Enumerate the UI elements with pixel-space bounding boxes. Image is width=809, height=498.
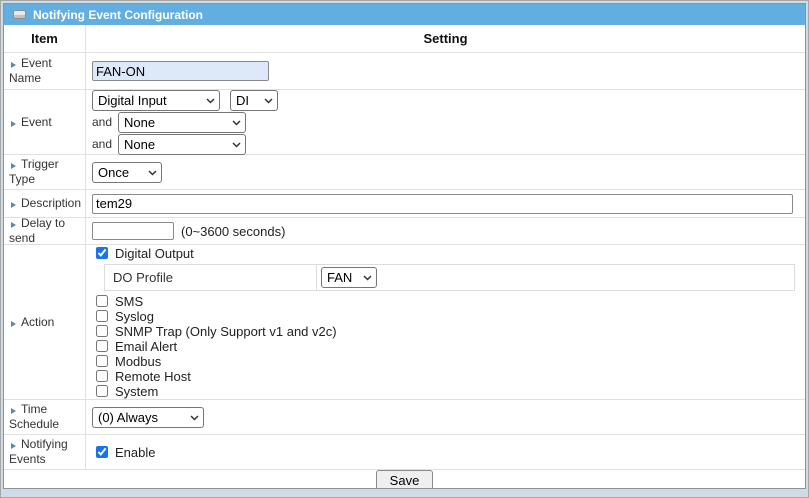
row-event-name: Event Name bbox=[4, 53, 805, 90]
event-subtype-select-wrap: DI bbox=[230, 90, 278, 111]
row-event: Event Digital Input DI bbox=[4, 90, 805, 155]
delay-hint: (0~3600 seconds) bbox=[181, 224, 285, 239]
digital-output-label: Digital Output bbox=[115, 247, 194, 260]
row-time-schedule: Time Schedule (0) Always bbox=[4, 400, 805, 435]
row-description: Description bbox=[4, 190, 805, 218]
digital-output-checkbox-row[interactable]: Digital Output bbox=[96, 246, 801, 261]
bullet-icon bbox=[11, 163, 16, 169]
enable-checkbox-row[interactable]: Enable bbox=[96, 445, 155, 460]
sms-checkbox[interactable] bbox=[96, 295, 108, 307]
event-subtype-select[interactable]: DI bbox=[230, 90, 278, 111]
row-notifying-events: Notifying Events Enable bbox=[4, 435, 805, 470]
syslog-checkbox[interactable] bbox=[96, 310, 108, 322]
trigger-type-select[interactable]: Once bbox=[92, 162, 162, 183]
notifying-event-configuration-panel: Notifying Event Configuration Item Setti… bbox=[3, 3, 806, 489]
modbus-checkbox-row[interactable]: Modbus bbox=[96, 354, 801, 369]
email-alert-checkbox[interactable] bbox=[96, 340, 108, 352]
row-label-time-schedule: Time Schedule bbox=[4, 400, 86, 434]
email-alert-checkbox-row[interactable]: Email Alert bbox=[96, 339, 801, 354]
time-schedule-select[interactable]: (0) Always bbox=[92, 407, 204, 428]
delay-input[interactable] bbox=[92, 222, 174, 240]
remote-host-label: Remote Host bbox=[115, 370, 191, 383]
row-label-event-name: Event Name bbox=[4, 53, 86, 89]
row-label-trigger-type: Trigger Type bbox=[4, 155, 86, 189]
column-header-setting: Setting bbox=[86, 25, 805, 52]
row-action: Action Digital Output DO Profile FAN bbox=[4, 245, 805, 400]
remote-host-checkbox[interactable] bbox=[96, 370, 108, 382]
bullet-icon bbox=[11, 408, 16, 414]
syslog-checkbox-row[interactable]: Syslog bbox=[96, 309, 801, 324]
row-label-action: Action bbox=[4, 245, 86, 399]
bullet-icon bbox=[11, 321, 16, 327]
system-checkbox-row[interactable]: System bbox=[96, 384, 801, 399]
sms-checkbox-row[interactable]: SMS bbox=[96, 294, 801, 309]
bullet-icon bbox=[11, 443, 16, 449]
row-trigger-type: Trigger Type Once bbox=[4, 155, 805, 190]
event-name-input[interactable] bbox=[92, 61, 269, 81]
and-label: and bbox=[92, 115, 114, 129]
syslog-label: Syslog bbox=[115, 310, 154, 323]
footer: Save bbox=[4, 470, 805, 489]
trigger-type-select-wrap: Once bbox=[92, 162, 162, 183]
row-label-delay-to-send: Delay to send bbox=[4, 218, 86, 244]
snmp-trap-label: SNMP Trap (Only Support v1 and v2c) bbox=[115, 325, 337, 338]
page-background: Notifying Event Configuration Item Setti… bbox=[0, 0, 809, 498]
enable-label: Enable bbox=[115, 446, 155, 459]
time-schedule-select-wrap: (0) Always bbox=[92, 407, 204, 428]
event-and2-select[interactable]: None bbox=[118, 134, 246, 155]
system-checkbox[interactable] bbox=[96, 385, 108, 397]
email-alert-label: Email Alert bbox=[115, 340, 177, 353]
event-and2-select-wrap: None bbox=[118, 134, 246, 155]
titlebar: Notifying Event Configuration bbox=[4, 4, 805, 25]
and-label: and bbox=[92, 137, 114, 151]
remote-host-checkbox-row[interactable]: Remote Host bbox=[96, 369, 801, 384]
enable-checkbox[interactable] bbox=[96, 446, 108, 458]
description-input[interactable] bbox=[92, 194, 793, 214]
row-label-event: Event bbox=[4, 90, 86, 154]
event-and1-select-wrap: None bbox=[118, 112, 246, 133]
modbus-checkbox[interactable] bbox=[96, 355, 108, 367]
row-delay-to-send: Delay to send (0~3600 seconds) bbox=[4, 218, 805, 245]
event-type-select[interactable]: Digital Input bbox=[92, 90, 220, 111]
window-icon bbox=[13, 10, 26, 19]
do-profile-select[interactable]: FAN bbox=[321, 267, 377, 288]
bullet-icon bbox=[11, 62, 16, 68]
bullet-icon bbox=[11, 222, 16, 228]
snmp-trap-checkbox[interactable] bbox=[96, 325, 108, 337]
save-button[interactable]: Save bbox=[376, 470, 434, 489]
system-label: System bbox=[115, 385, 158, 398]
do-profile-label: DO Profile bbox=[105, 265, 317, 290]
modbus-label: Modbus bbox=[115, 355, 161, 368]
digital-output-checkbox[interactable] bbox=[96, 247, 108, 259]
snmp-trap-checkbox-row[interactable]: SNMP Trap (Only Support v1 and v2c) bbox=[96, 324, 801, 339]
sms-label: SMS bbox=[115, 295, 143, 308]
do-profile-select-wrap: FAN bbox=[321, 267, 377, 288]
column-header-item: Item bbox=[4, 25, 86, 52]
event-type-select-wrap: Digital Input bbox=[92, 90, 220, 111]
row-label-description: Description bbox=[4, 190, 86, 217]
event-and1-select[interactable]: None bbox=[118, 112, 246, 133]
row-label-notifying-events: Notifying Events bbox=[4, 435, 86, 469]
table-header-row: Item Setting bbox=[4, 25, 805, 53]
bullet-icon bbox=[11, 202, 16, 208]
bullet-icon bbox=[11, 121, 16, 127]
do-profile-table: DO Profile FAN bbox=[104, 264, 795, 291]
page-title: Notifying Event Configuration bbox=[33, 8, 203, 22]
